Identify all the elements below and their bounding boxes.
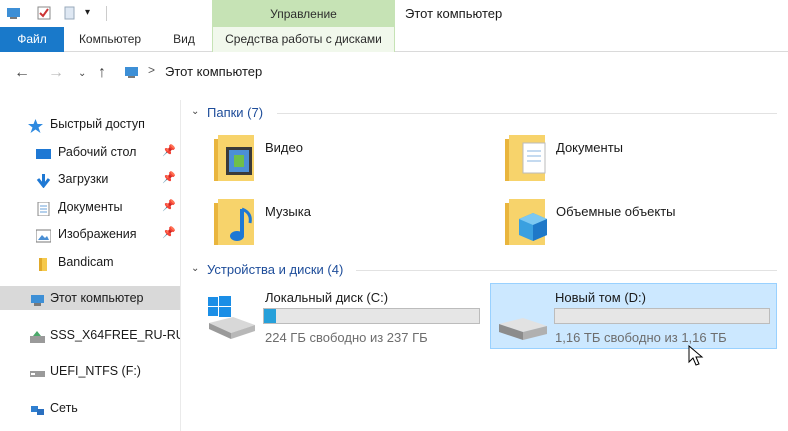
pictures-icon — [36, 227, 52, 243]
folder-label-music[interactable]: Музыка — [265, 204, 311, 219]
sidebar-item-label: Быстрый доступ — [50, 117, 145, 131]
documents-folder-icon[interactable] — [503, 133, 549, 183]
group-divider — [277, 113, 777, 114]
sidebar-item-label: Изображения — [58, 227, 137, 241]
drive-usage-bar-d — [554, 308, 770, 324]
dvd-drive-icon — [30, 328, 45, 343]
sidebar-item-usb-drive[interactable]: UEFI_NTFS (F:) — [30, 359, 180, 383]
sidebar-item-label: Сеть — [50, 401, 78, 415]
folder-label-documents[interactable]: Документы — [556, 140, 623, 155]
sidebar-item-downloads[interactable]: Загрузки — [36, 167, 181, 191]
new-folder-icon[interactable] — [62, 5, 78, 21]
computer-icon — [124, 64, 140, 80]
breadcrumb-separator[interactable]: > — [148, 63, 155, 77]
group-heading-devices[interactable]: Устройства и диски (4) — [207, 262, 343, 277]
folder-label-3d-objects[interactable]: Объемные объекты — [556, 204, 676, 219]
pin-icon[interactable]: 📌 — [162, 171, 176, 184]
drive-free-space-c: 224 ГБ свободно из 237 ГБ — [265, 330, 428, 345]
windows-drive-icon[interactable] — [205, 295, 257, 340]
up-arrow-icon[interactable]: ↑ — [98, 64, 106, 82]
group-divider — [356, 270, 777, 271]
drive-icon[interactable] — [497, 308, 549, 344]
desktop-icon — [36, 145, 51, 159]
recent-locations-chevron-icon[interactable]: ⌄ — [78, 68, 86, 79]
sidebar-item-documents[interactable]: Документы — [36, 195, 181, 219]
title-bar: ▾ Управление Этот компьютер — [0, 0, 788, 27]
sidebar-item-label: Bandicam — [58, 255, 114, 269]
sidebar-item-label: Этот компьютер — [50, 291, 144, 305]
network-icon — [30, 401, 45, 415]
pin-icon[interactable]: 📌 — [162, 144, 176, 157]
drive-name-d[interactable]: Новый том (D:) — [555, 290, 646, 305]
properties-icon[interactable] — [36, 5, 52, 21]
sidebar-item-desktop[interactable]: Рабочий стол — [36, 140, 181, 164]
collapse-chevron-icon[interactable]: ⌄ — [191, 263, 199, 274]
mouse-cursor-icon — [688, 344, 704, 367]
window-title: Этот компьютер — [405, 6, 503, 21]
tab-disk-tools[interactable]: Средства работы с дисками — [212, 27, 395, 52]
divider — [106, 6, 107, 21]
3d-objects-folder-icon[interactable] — [503, 197, 549, 247]
folder-label-videos[interactable]: Видео — [265, 140, 303, 155]
drive-usage-fill-c — [264, 309, 276, 323]
drive-free-space-d: 1,16 ТБ свободно из 1,16 ТБ — [555, 330, 727, 345]
sidebar-item-pictures[interactable]: Изображения — [36, 222, 181, 246]
tab-computer[interactable]: Компьютер — [64, 27, 156, 52]
tab-file[interactable]: Файл — [0, 27, 64, 52]
group-heading-folders[interactable]: Папки (7) — [207, 105, 263, 120]
videos-folder-icon[interactable] — [212, 133, 258, 183]
sidebar-item-network[interactable]: Сеть — [30, 396, 180, 420]
sidebar-item-bandicam[interactable]: Bandicam — [36, 250, 181, 274]
sidebar-item-label: UEFI_NTFS (F:) — [50, 364, 141, 378]
sidebar-item-quick-access[interactable]: Быстрый доступ — [28, 112, 178, 136]
pin-icon[interactable]: 📌 — [162, 226, 176, 239]
download-arrow-icon — [36, 172, 51, 189]
breadcrumb[interactable]: Этот компьютер — [165, 64, 262, 79]
pin-icon[interactable]: 📌 — [162, 199, 176, 212]
customize-toolbar-icon[interactable]: ▾ — [85, 5, 101, 21]
computer-icon — [6, 5, 22, 21]
folder-icon — [36, 255, 51, 271]
sidebar-item-label: Загрузки — [58, 172, 109, 186]
drive-name-c[interactable]: Локальный диск (C:) — [265, 290, 388, 305]
star-icon — [28, 117, 43, 133]
tab-view[interactable]: Вид — [156, 27, 212, 52]
sidebar-item-this-pc[interactable]: Этот компьютер — [0, 286, 180, 310]
sidebar-item-dvd-drive[interactable]: SSS_X64FREE_RU-RU_ — [30, 323, 180, 347]
sidebar-item-label: Документы — [58, 200, 123, 214]
context-tab-group: Управление — [212, 0, 395, 27]
drive-usage-bar-c — [263, 308, 480, 324]
usb-drive-icon — [30, 364, 45, 378]
documents-icon — [36, 200, 51, 217]
sidebar-item-label: SSS_X64FREE_RU-RU_ — [50, 328, 180, 342]
forward-arrow-icon[interactable]: → — [48, 64, 64, 82]
ribbon-tabs: Файл Компьютер Вид Средства работы с дис… — [0, 27, 788, 52]
music-folder-icon[interactable] — [212, 197, 258, 247]
collapse-chevron-icon[interactable]: ⌄ — [191, 106, 199, 117]
computer-icon — [30, 291, 45, 306]
back-arrow-icon[interactable]: ← — [14, 64, 30, 82]
navigation-pane: Быстрый доступ Рабочий стол 📌 Загрузки 📌… — [0, 100, 181, 431]
sidebar-item-label: Рабочий стол — [58, 145, 137, 159]
